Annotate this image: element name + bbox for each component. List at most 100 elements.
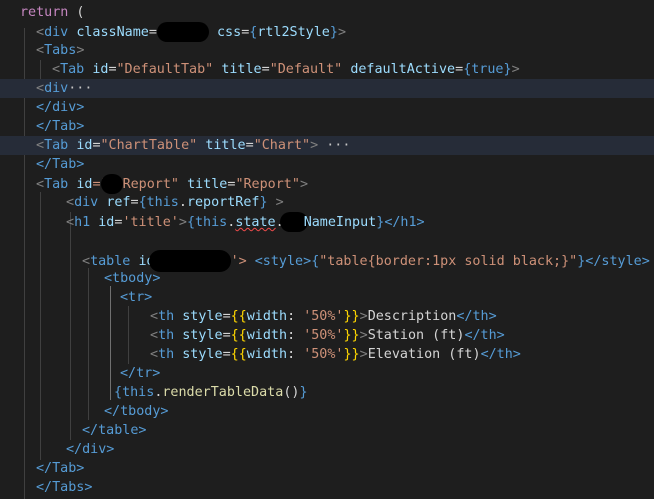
bracket: <: [36, 81, 45, 96]
tag-tab: Tab: [60, 62, 85, 77]
closing-tag-tab: </Tab>: [36, 119, 85, 134]
tag-th: th: [158, 347, 175, 362]
brace: }}: [343, 309, 360, 324]
tag-table: table: [90, 254, 131, 269]
code-line-5-folded[interactable]: <div···: [0, 79, 654, 98]
attr-title: title: [205, 138, 246, 153]
closing-tag-th: </th>: [456, 309, 497, 324]
code-line-1[interactable]: return (: [0, 3, 654, 22]
expr-rtl2style: rtl2Style: [257, 25, 330, 40]
fold-ellipsis-icon[interactable]: ···: [326, 138, 350, 153]
brace: {{: [230, 328, 247, 343]
code-line-6[interactable]: </div>: [0, 98, 654, 117]
bracket: <: [66, 215, 75, 230]
bracket: >: [76, 43, 85, 58]
bracket: <: [36, 138, 45, 153]
bracket: <: [52, 62, 61, 77]
brace: {{: [230, 309, 247, 324]
bracket: >: [359, 309, 368, 324]
key-width: width: [246, 309, 288, 324]
closing-tag-tab: </Tab>: [36, 157, 85, 172]
code-line-25[interactable]: </Tab>: [0, 459, 654, 478]
string-defaulttab: "DefaultTab": [116, 62, 214, 77]
tag-tab: Tab: [44, 138, 69, 153]
redaction-mark: [100, 174, 123, 194]
fold-ellipsis-icon[interactable]: ···: [68, 81, 92, 96]
code-line-9[interactable]: </Tab>: [0, 155, 654, 174]
bracket: <: [36, 25, 45, 40]
string-report-id: Report": [122, 177, 179, 192]
tag-div: div: [44, 25, 69, 40]
closing-tag-table: </table>: [82, 423, 147, 438]
prop-nameinput: NameInput: [303, 215, 377, 230]
code-editor[interactable]: return ( <div className= css={rtl2Style}…: [0, 0, 654, 499]
equals: =: [130, 195, 139, 210]
brace: }}: [343, 347, 360, 362]
brace: {: [114, 385, 123, 400]
string-50pct: '50%': [303, 309, 344, 324]
bracket: >: [310, 138, 319, 153]
bracket: >: [359, 347, 368, 362]
attr-style: style: [182, 309, 223, 324]
code-line-24[interactable]: </div>: [0, 440, 654, 459]
string-chart: "Chart": [253, 138, 311, 153]
key-width: width: [246, 347, 288, 362]
tag-div: div: [74, 195, 99, 210]
code-line-26[interactable]: </Tabs>: [0, 478, 654, 497]
code-line-12[interactable]: <h1 id='title'>{this.state.NameInput}</h…: [0, 212, 654, 232]
bracket: >: [359, 328, 368, 343]
closing-tag-th: </th>: [464, 328, 505, 343]
code-line-10[interactable]: <Tab id="Report" title="Report">: [0, 174, 654, 194]
code-line-13-blank[interactable]: [0, 231, 654, 250]
brace: {: [138, 195, 147, 210]
string-50pct: '50%': [303, 347, 344, 362]
keyword-return: return: [20, 5, 69, 20]
code-line-3[interactable]: <Tabs>: [0, 41, 654, 60]
code-line-19[interactable]: <th style={{width: '50%'}}>Elevation (ft…: [0, 345, 654, 364]
string-css: "table{border:1px solid black;}": [319, 254, 578, 269]
call-parens: (): [283, 385, 300, 400]
brace: {: [186, 215, 195, 230]
tag-tabs: Tabs: [44, 43, 77, 58]
closing-tag-div: </div>: [36, 100, 85, 115]
string-default: "Default": [269, 62, 343, 77]
code-line-18[interactable]: <th style={{width: '50%'}}>Station (ft)<…: [0, 326, 654, 345]
bracket: <: [36, 177, 45, 192]
closing-tag-tab: </Tab>: [36, 461, 85, 476]
code-line-20[interactable]: </tr>: [0, 364, 654, 383]
attr-style: style: [182, 347, 223, 362]
code-line-11[interactable]: <div ref={this.reportRef} >: [0, 193, 654, 212]
prop-reportref: reportRef: [186, 195, 260, 210]
code-line-21[interactable]: {this.renderTableData()}: [0, 383, 654, 402]
attr-ref: ref: [106, 195, 131, 210]
bracket: <: [66, 195, 75, 210]
string-charttable: "ChartTable": [100, 138, 198, 153]
code-line-17[interactable]: <th style={{width: '50%'}}>Description</…: [0, 307, 654, 326]
bracket: >: [267, 195, 284, 210]
code-line-15[interactable]: <tbody>: [0, 269, 654, 288]
code-line-14[interactable]: <table id '> <style>{"table{border:1px so…: [0, 250, 654, 272]
closing-tag-style: </style>: [585, 254, 650, 269]
attr-id: id: [76, 138, 93, 153]
code-line-2[interactable]: <div className= css={rtl2Style}>: [0, 22, 654, 42]
bracket: <: [150, 347, 159, 362]
bracket: <: [150, 309, 159, 324]
attr-id: id: [76, 177, 93, 192]
brace: }: [503, 62, 512, 77]
code-line-7[interactable]: </Tab>: [0, 117, 654, 136]
code-line-16[interactable]: <tr>: [0, 288, 654, 307]
bracket: <: [36, 43, 45, 58]
code-line-23[interactable]: </table>: [0, 421, 654, 440]
code-line-4[interactable]: <Tab id="DefaultTab" title="Default" def…: [0, 60, 654, 79]
code-line-22[interactable]: </tbody>: [0, 402, 654, 421]
brace: }: [259, 195, 268, 210]
colon: :: [287, 309, 304, 324]
key-width: width: [246, 328, 288, 343]
text-elevation: Elevation (ft): [367, 347, 481, 362]
attr-id: id: [92, 62, 109, 77]
code-line-8-folded[interactable]: <Tab id="ChartTable" title="Chart"> ···: [0, 136, 654, 155]
closing-tag-th: </th>: [480, 347, 521, 362]
tag-tbody: <tbody>: [104, 271, 161, 286]
brace: }: [329, 25, 338, 40]
literal-true: true: [471, 62, 504, 77]
